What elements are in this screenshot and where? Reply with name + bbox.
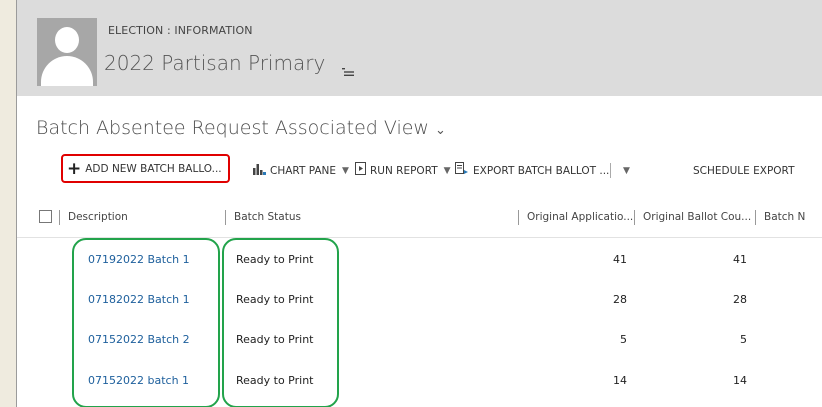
record-title-text: 2022 Partisan Primary (104, 51, 326, 75)
run-report-label: RUN REPORT (370, 164, 438, 177)
original-applications: 5 (620, 332, 627, 346)
original-ballot-count: 5 (740, 332, 747, 346)
original-applications: 41 (613, 252, 627, 266)
entity-label: ELECTION : INFORMATION (108, 24, 253, 37)
select-all-checkbox[interactable] (39, 210, 52, 223)
add-new-batch-label: ADD NEW BATCH BALLO... (85, 162, 222, 175)
toolbar-divider (610, 163, 611, 178)
record-title[interactable]: 2022 Partisan Primary (104, 51, 354, 76)
add-new-batch-button[interactable]: + ADD NEW BATCH BALLO... (61, 154, 230, 183)
original-ballot-count: 28 (733, 292, 747, 306)
plus-icon: + (67, 158, 82, 179)
record-menu-icon[interactable] (341, 58, 354, 76)
grid-header: Description Batch Status Original Applic… (17, 197, 822, 238)
run-report-button[interactable]: RUN REPORT ▼ (355, 154, 451, 187)
column-header-original-ballot-count[interactable]: Original Ballot Cou... (634, 197, 751, 237)
chart-pane-label: CHART PANE (270, 164, 337, 177)
view-title-text: Batch Absentee Request Associated View (36, 117, 429, 139)
description-column-highlight (72, 238, 220, 407)
chevron-down-icon: ▼ (623, 165, 630, 176)
column-header-original-applications[interactable]: Original Applicatio... (518, 197, 633, 237)
record-header: ELECTION : INFORMATION 2022 Partisan Pri… (17, 0, 822, 96)
schedule-export-button[interactable]: SCHEDULE EXPORT (693, 154, 795, 187)
command-bar: + ADD NEW BATCH BALLO... CHART PANE ▼ RU… (61, 154, 822, 187)
original-ballot-count: 14 (733, 373, 747, 387)
chart-icon (253, 162, 266, 179)
report-icon (355, 162, 366, 179)
status-column-highlight (222, 238, 339, 407)
export-icon (455, 162, 469, 179)
chevron-down-icon: ▼ (342, 165, 349, 176)
chevron-down-icon: ▼ (443, 165, 451, 176)
chevron-down-icon[interactable]: ⌄ (435, 123, 446, 138)
original-ballot-count: 41 (733, 252, 747, 266)
app-frame: ELECTION : INFORMATION 2022 Partisan Pri… (16, 0, 822, 407)
avatar-head (55, 27, 79, 53)
original-applications: 14 (613, 373, 627, 387)
schedule-export-label: SCHEDULE EXPORT (693, 164, 795, 177)
column-header-batch-status[interactable]: Batch Status (225, 197, 301, 237)
export-batch-label: EXPORT BATCH BALLOT ... (473, 164, 610, 177)
export-batch-button[interactable]: EXPORT BATCH BALLOT ... (455, 154, 609, 187)
column-header-batch-number[interactable]: Batch N (755, 197, 805, 237)
chart-pane-button[interactable]: CHART PANE ▼ (253, 154, 349, 187)
column-header-description[interactable]: Description (59, 197, 128, 237)
avatar-shoulders (41, 56, 93, 86)
original-applications: 28 (613, 292, 627, 306)
avatar (37, 18, 97, 86)
more-commands-button[interactable]: ▼ (623, 154, 630, 187)
view-selector[interactable]: Batch Absentee Request Associated View ⌄ (36, 117, 446, 139)
